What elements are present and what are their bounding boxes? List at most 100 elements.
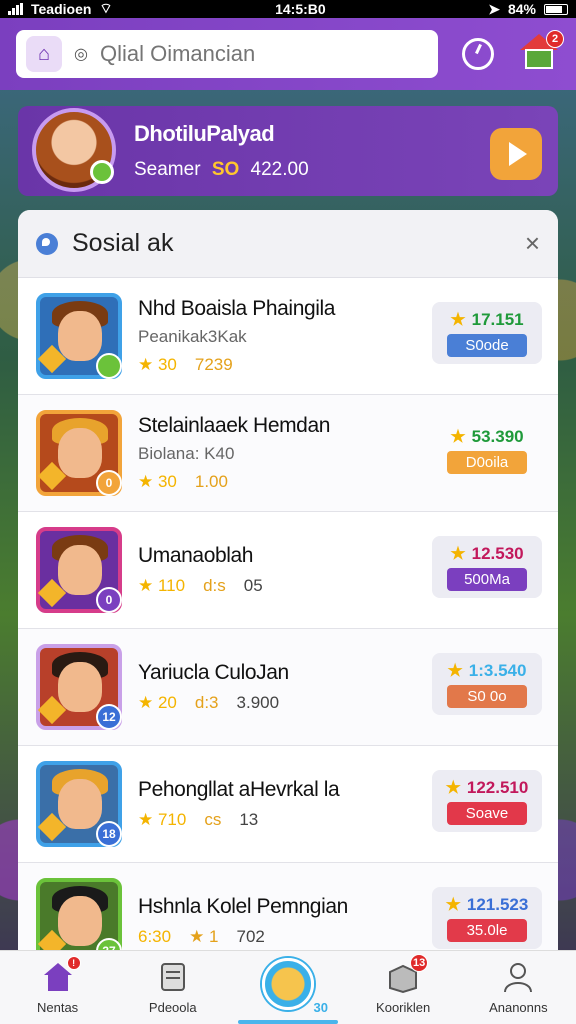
reward-icon: ★ <box>450 543 466 563</box>
star-stat: ★ 110 <box>138 576 186 595</box>
profile-name: DhotiluPalyad <box>134 121 275 146</box>
search-input[interactable] <box>99 41 400 67</box>
reward-box[interactable]: ★ 12.530 500Ma <box>432 536 542 598</box>
reward-box[interactable]: ★ 121.523 35.0le <box>432 887 542 949</box>
reward-button[interactable]: D0oila <box>447 450 527 474</box>
coin-stat: ★ 1 <box>189 927 219 946</box>
reward-button[interactable]: S0ode <box>447 333 527 357</box>
profile-avatar[interactable] <box>32 108 116 192</box>
home-icon: ! <box>41 956 81 994</box>
level-badge <box>96 353 122 379</box>
reward-box[interactable]: ★ 122.510 Soave <box>432 770 542 832</box>
reward-button[interactable]: 500Ma <box>447 567 527 591</box>
friend-row[interactable]: 12 Yariucla CuloJan ★ 20 d:3 3.900 ★ 1:3… <box>18 629 558 746</box>
nav-item-profile[interactable]: Ananonns <box>468 960 568 1015</box>
close-button[interactable]: × <box>525 228 540 259</box>
nav-item-home[interactable]: ! Nentas <box>8 956 108 1015</box>
box-icon: 13 <box>386 954 429 994</box>
star-stat: ★ 710 <box>138 810 187 829</box>
friend-avatar[interactable]: 12 <box>36 644 122 730</box>
nav-label: Ananonns <box>489 1000 548 1015</box>
home-badge: ! <box>66 956 81 970</box>
home-icon[interactable]: ⌂ <box>26 36 62 72</box>
reward-button[interactable]: Soave <box>447 801 527 825</box>
level-badge: 18 <box>96 821 122 847</box>
reward-icon: ★ <box>450 426 466 446</box>
coin-stat: 1.00 <box>194 472 228 491</box>
friend-list: Nhd Boaisla Phaingila Peanikak3Kak ★ 30 … <box>18 278 558 950</box>
coin-stat: d:3 <box>194 693 219 712</box>
nav-item-quests[interactable]: Pdeoola <box>123 960 223 1015</box>
star-stat: ★ 20 <box>138 693 177 712</box>
star-stat: ★ 30 <box>138 472 177 491</box>
nav-label: Kooriklen <box>376 1000 431 1015</box>
friend-row[interactable]: 18 Pehongllat aHevrkal la ★ 710 cs 13 ★ … <box>18 746 558 863</box>
score-label: Seamer <box>134 159 201 180</box>
friend-avatar[interactable]: 37 <box>36 878 122 950</box>
reward-box[interactable]: ★ 1:3.540 S0 0o <box>432 653 542 715</box>
extra-stat: 13 <box>239 810 259 829</box>
reward-icon: ★ <box>447 660 463 680</box>
status-time: 14:5:B0 <box>275 1 326 17</box>
center-badge: 30 <box>313 999 328 1015</box>
reward-box[interactable]: ★ 17.151 S0ode <box>432 302 542 364</box>
carrier-label: Teadioen <box>31 1 92 17</box>
nav-label: Pdeoola <box>148 1000 197 1015</box>
active-indicator <box>237 1019 338 1024</box>
reward-amount: 121.523 <box>466 894 529 914</box>
social-panel: Sosial ak × Nhd Boaisla Phaingila Peanik… <box>18 210 558 950</box>
online-status-icon <box>90 160 114 184</box>
reward-button[interactable]: 35.0le <box>447 918 527 942</box>
reward-value: ★ 17.151 <box>450 310 523 330</box>
reward-value: ★ 1:3.540 <box>448 661 527 681</box>
coin-stat: cs <box>204 810 222 829</box>
reward-value: ★ 12.530 <box>450 544 523 564</box>
nav-item-shop[interactable]: 13 Kooriklen <box>353 954 453 1015</box>
reward-icon: ★ <box>445 894 461 914</box>
status-bar: Teadioen ⌔ 14:5:B0 ➤ 84% <box>0 0 576 18</box>
battery-percent: 84% <box>507 1 536 17</box>
scroll-icon <box>156 960 190 994</box>
friend-row[interactable]: 0 Umanaoblah ★ 110 d:s 05 ★ 12.530 500Ma <box>18 512 558 629</box>
coin-stat: 7239 <box>194 355 233 374</box>
friend-row[interactable]: 37 Hshnla Kolel Pemngian 6:30 ★ 1 702 ★ … <box>18 863 558 950</box>
friend-row[interactable]: Nhd Boaisla Phaingila Peanikak3Kak ★ 30 … <box>18 278 558 395</box>
profile-score: Seamer SO 422.00 <box>134 159 309 181</box>
reward-value: ★ 121.523 <box>446 895 529 915</box>
level-badge: 12 <box>96 704 122 730</box>
app-header: ⌂ ◎ 2 <box>0 18 576 90</box>
reward-button[interactable]: S0 0o <box>447 684 527 708</box>
reward-icon: ★ <box>450 309 466 329</box>
notification-badge: 2 <box>546 30 564 48</box>
star-stat: 6:30 <box>138 927 172 946</box>
friend-avatar[interactable]: 18 <box>36 761 122 847</box>
reward-amount: 12.530 <box>471 543 524 563</box>
friend-row[interactable]: 0 Stelainlaaek Hemdan Biolana: K40 ★ 30 … <box>18 395 558 512</box>
person-icon <box>501 960 535 994</box>
location-icon: ➤ <box>488 0 500 17</box>
score-highlight: SO <box>211 159 240 180</box>
nav-item-battle[interactable]: 30 <box>237 957 338 1024</box>
play-button[interactable] <box>490 128 542 180</box>
bottom-nav: ! Nentas Pdeoola 30 13 Kooriklen Ananonn… <box>0 950 576 1024</box>
friend-avatar[interactable]: 0 <box>36 527 122 613</box>
battle-icon <box>261 957 314 1010</box>
level-badge: 0 <box>96 470 122 496</box>
reward-amount: 17.151 <box>471 309 524 329</box>
friend-avatar[interactable]: 0 <box>36 410 122 496</box>
score-value: 422.00 <box>250 159 309 180</box>
search-bar[interactable]: ⌂ ◎ <box>16 30 438 78</box>
timer-icon[interactable] <box>462 38 494 70</box>
panel-header: Sosial ak × <box>18 210 558 278</box>
shop-badge: 13 <box>410 954 429 972</box>
reward-box[interactable]: ★ 53.390 D0oila <box>432 419 542 481</box>
reward-amount: 53.390 <box>471 426 524 446</box>
coin-stat: d:s <box>203 576 226 595</box>
extra-stat: 05 <box>243 576 263 595</box>
level-badge: 37 <box>96 938 122 950</box>
profile-card[interactable]: DhotiluPalyad Seamer SO 422.00 <box>18 106 558 196</box>
star-stat: ★ 30 <box>138 355 177 374</box>
reward-amount: 122.510 <box>466 777 529 797</box>
friend-avatar[interactable] <box>36 293 122 379</box>
village-button[interactable]: 2 <box>520 30 564 72</box>
